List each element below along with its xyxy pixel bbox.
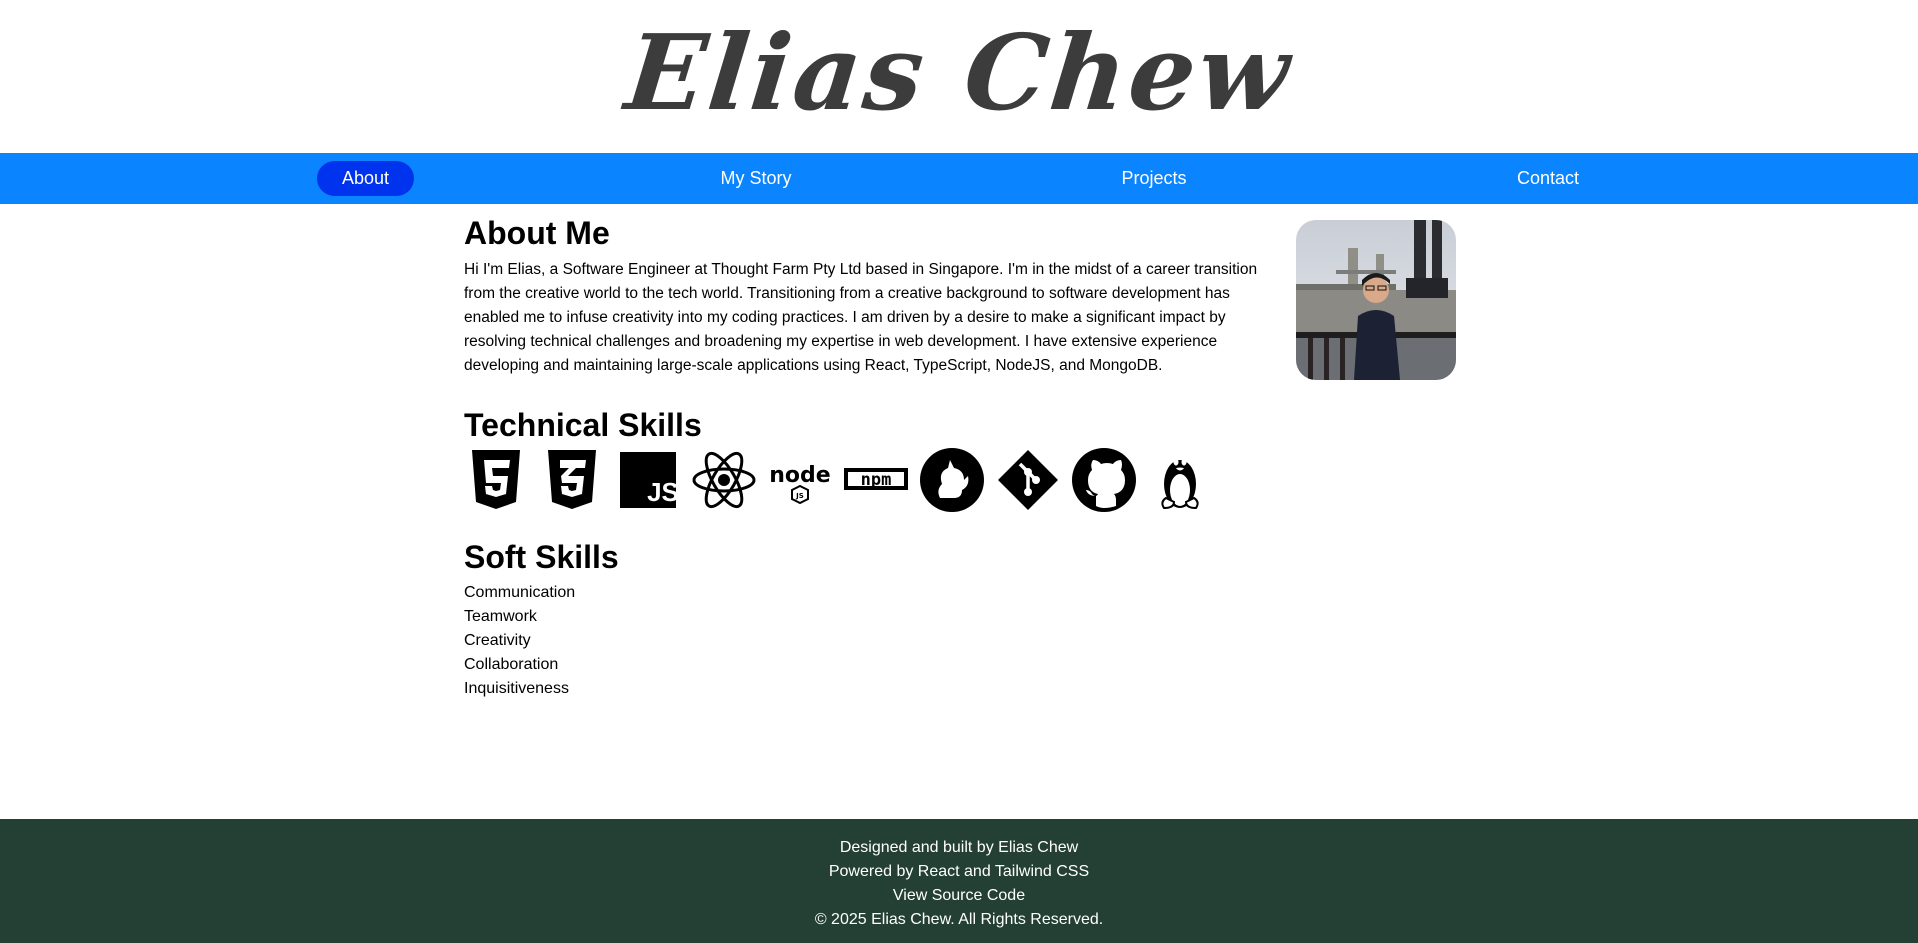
css3-icon [538, 446, 606, 514]
nav-item-contact[interactable]: Contact [1498, 161, 1598, 196]
nav-item-about[interactable]: About [317, 161, 414, 196]
profile-photo [1296, 220, 1456, 380]
nodejs-icon-label: node [769, 463, 830, 488]
nav-item-my-story[interactable]: My Story [706, 161, 806, 196]
footer-credit: Designed and built by Elias Chew [839, 839, 1079, 856]
footer-copyright: © 2025 Elias Chew. All Rights Reserved. [814, 911, 1104, 928]
javascript-icon: JS [614, 446, 682, 514]
about-title: About Me [464, 215, 610, 251]
technical-skills-title: Technical Skills [464, 407, 702, 443]
list-item: Collaboration [464, 656, 559, 673]
html5-icon [462, 446, 530, 514]
github-icon [1070, 446, 1138, 514]
list-item: Creativity [464, 632, 531, 649]
footer-powered-by: Powered by React and Tailwind CSS [828, 863, 1090, 880]
soft-skills-list: Communication Teamwork Creativity Collab… [464, 581, 575, 701]
javascript-icon-label: JS [647, 477, 679, 507]
site-footer: Designed and built by Elias Chew Powered… [0, 819, 1918, 943]
soft-skills-title: Soft Skills [464, 539, 619, 575]
about-text: Hi I'm Elias, a Software Engineer at Tho… [464, 261, 1258, 374]
nodejs-icon: node JS [766, 446, 834, 514]
list-item: Teamwork [464, 608, 537, 625]
nav-item-projects[interactable]: Projects [1104, 161, 1204, 196]
site-logo[interactable]: Elias Chew [0, 8, 1918, 138]
react-icon [690, 446, 758, 514]
git-icon [994, 446, 1062, 514]
npm-icon: npm [842, 446, 910, 514]
view-source-link[interactable]: View Source Code [0, 884, 1918, 908]
nodejs-icon-sublabel: JS [795, 492, 804, 500]
main-nav: About My Story Projects Contact [0, 153, 1918, 204]
linux-tux-icon [1146, 446, 1214, 514]
npm-icon-label: npm [861, 470, 892, 490]
list-item: Communication [464, 584, 576, 601]
site-header: Elias Chew [0, 0, 1918, 153]
list-item: Inquisitiveness [464, 680, 569, 697]
yarn-icon [918, 446, 986, 514]
